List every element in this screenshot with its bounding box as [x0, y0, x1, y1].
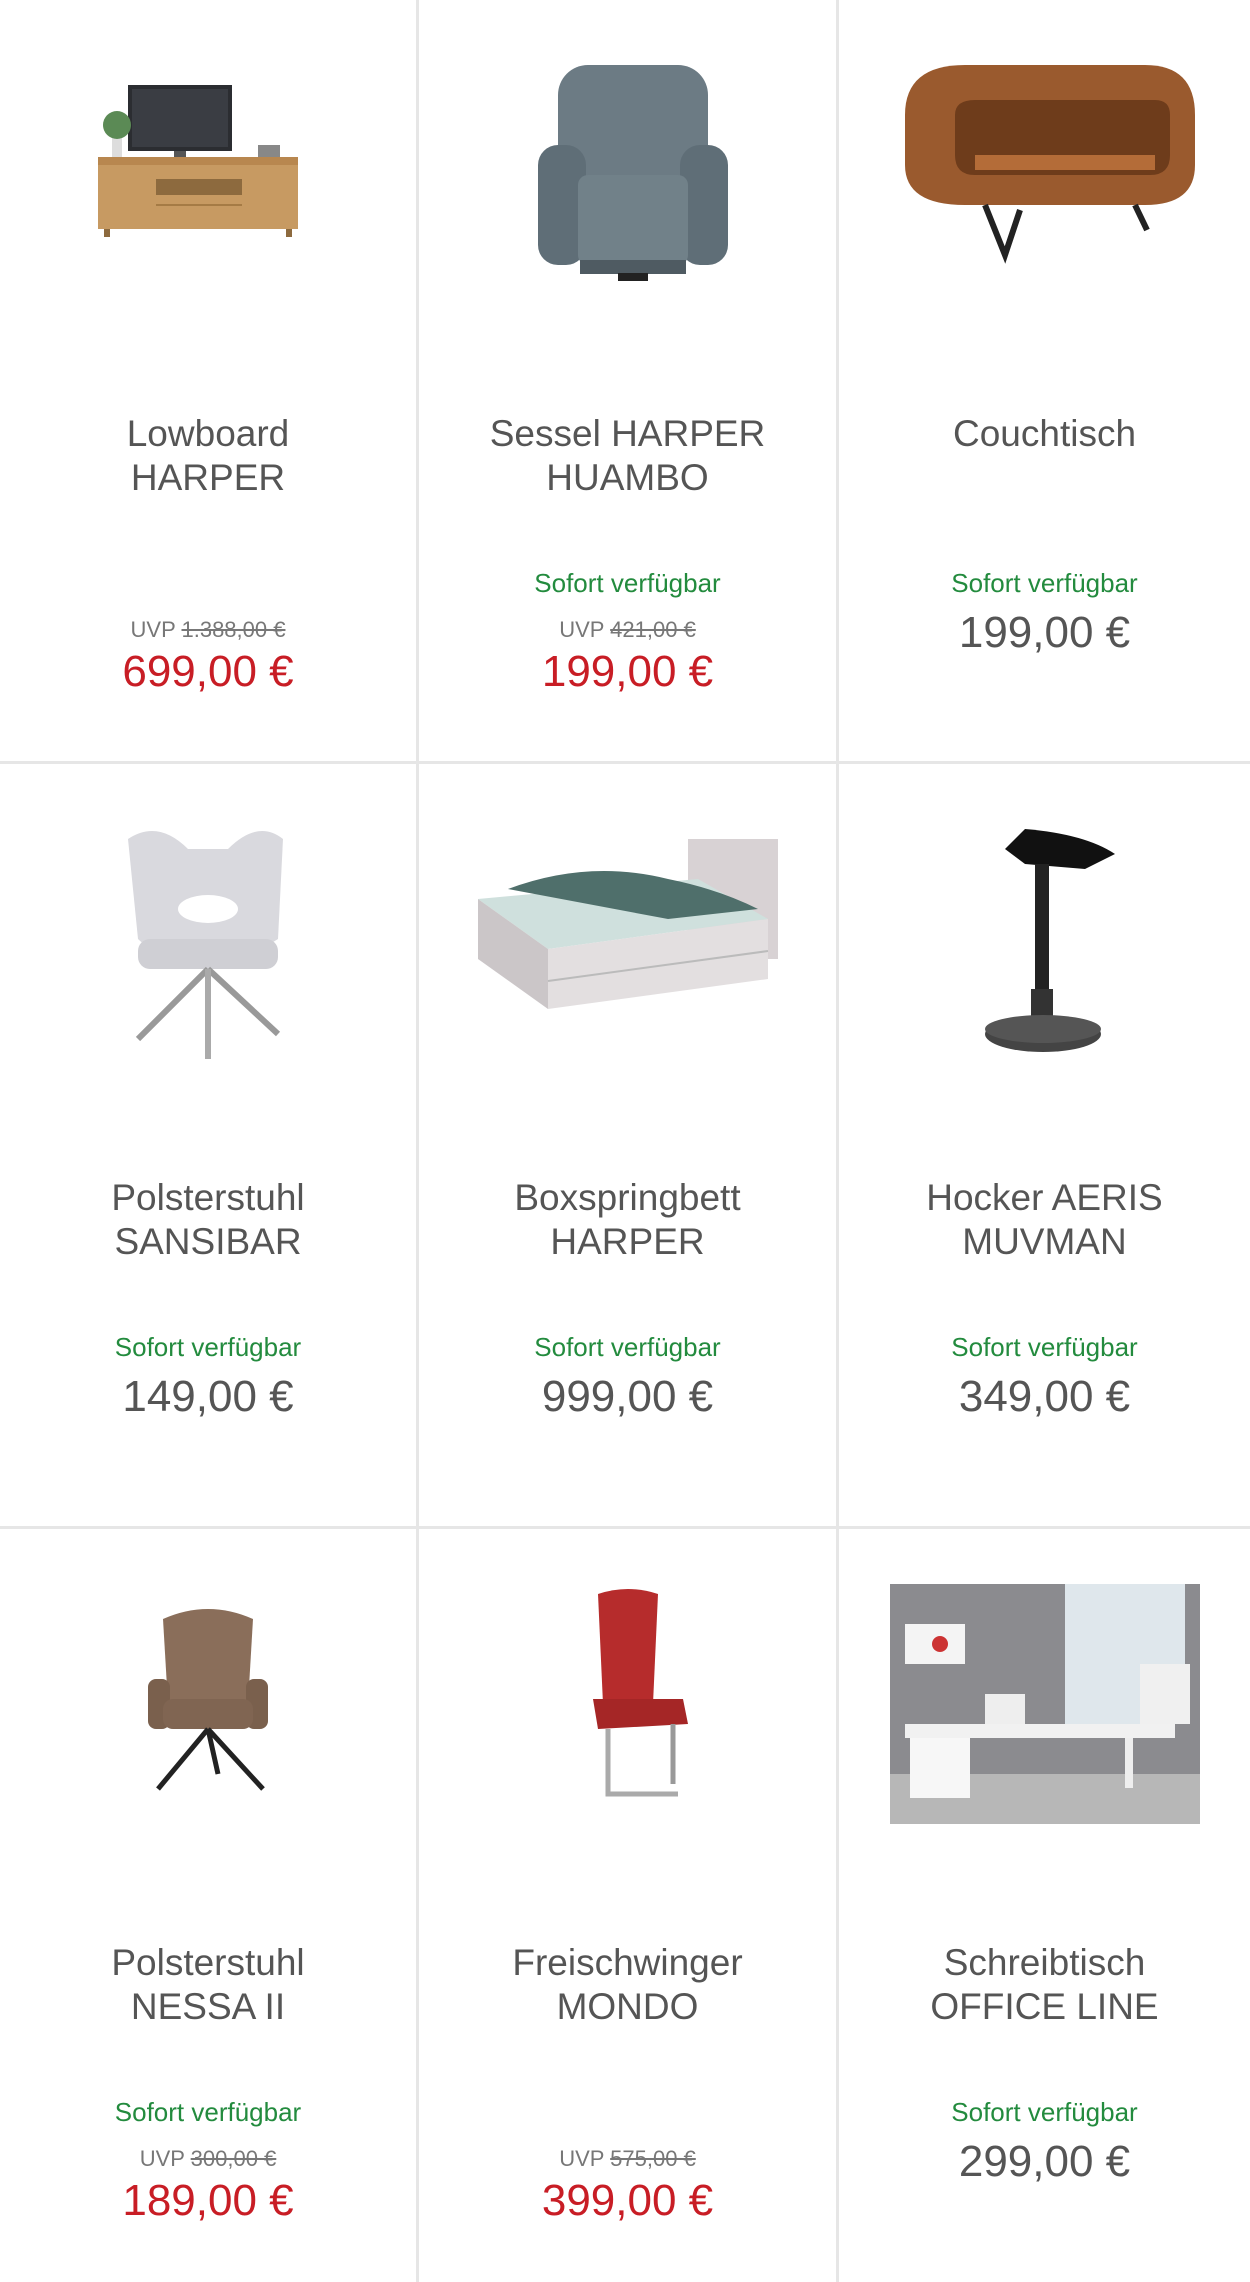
price: 149,00 €: [122, 1372, 294, 1421]
product-title[interactable]: Polsterstuhl NESSA II: [10, 1941, 406, 2029]
product-card-couchtisch[interactable]: Couchtisch Sofort verfügbar 199,00 €: [839, 0, 1250, 764]
product-card-schreibtisch-office-line[interactable]: Schreibtisch OFFICE LINE Sofort verfügbar…: [839, 1529, 1250, 2282]
product-card-hocker-aeris-muvman[interactable]: Hocker AERIS MUVMAN Sofort verfügbar 349,…: [839, 764, 1250, 1529]
sale-price: 399,00 €: [541, 2176, 714, 2225]
recliner-armchair-image[interactable]: [419, 40, 836, 310]
product-card-polsterstuhl-nessa-ii[interactable]: Polsterstuhl NESSA II Sofort verfügbar UV…: [0, 1529, 419, 2282]
availability-label: Sofort verfügbar: [951, 2097, 1138, 2127]
uvp-price: UVP 300,00 €: [139, 2146, 277, 2171]
product-title[interactable]: Schreibtisch OFFICE LINE: [849, 1941, 1240, 2029]
cantilever-chair-image[interactable]: [419, 1569, 836, 1839]
product-title[interactable]: Sessel HARPER HUAMBO: [429, 412, 826, 500]
uvp-price: UVP 575,00 €: [559, 2146, 696, 2171]
sale-price: 699,00 €: [122, 647, 294, 696]
product-card-lowboard-harper[interactable]: Lowboard HARPER UVP 1.388,00 € 699,00 €: [0, 0, 419, 764]
product-card-sessel-harper-huambo[interactable]: Sessel HARPER HUAMBO Sofort verfügbar UVP…: [419, 0, 839, 764]
product-title[interactable]: Hocker AERIS MUVMAN: [849, 1176, 1240, 1264]
sale-price: 199,00 €: [541, 647, 714, 696]
product-card-boxspringbett-harper[interactable]: Boxspringbett HARPER Sofort verfügbar 999…: [419, 764, 839, 1529]
availability-label: Sofort verfügbar: [114, 2097, 302, 2127]
uvp-price: UVP 421,00 €: [559, 617, 696, 642]
price: 299,00 €: [958, 2137, 1131, 2186]
office-desk-image[interactable]: [839, 1569, 1250, 1839]
sale-price: 189,00 €: [122, 2176, 294, 2225]
price: 999,00 €: [541, 1372, 714, 1421]
tv-lowboard-image[interactable]: [0, 40, 416, 310]
product-grid: Lowboard HARPER UVP 1.388,00 € 699,00 € S…: [0, 0, 1250, 2282]
product-card-freischwinger-mondo[interactable]: Freischwinger MONDO UVP 575,00 € 399,00 €: [419, 1529, 839, 2282]
product-title[interactable]: Freischwinger MONDO: [429, 1941, 826, 2029]
availability-label: Sofort verfügbar: [534, 1332, 721, 1362]
price: 199,00 €: [958, 608, 1131, 657]
availability-label: Sofort verfügbar: [951, 1332, 1138, 1362]
boxspring-bed-image[interactable]: [419, 804, 836, 1074]
product-card-polsterstuhl-sansibar[interactable]: Polsterstuhl SANSIBAR Sofort verfügbar 14…: [0, 764, 419, 1529]
product-title[interactable]: Couchtisch: [849, 412, 1240, 456]
swivel-chair-image[interactable]: [0, 1569, 416, 1839]
product-title[interactable]: Polsterstuhl SANSIBAR: [10, 1176, 406, 1264]
wooden-coffee-table-image[interactable]: [839, 40, 1250, 310]
upholstered-chair-image[interactable]: [0, 804, 416, 1074]
product-title[interactable]: Boxspringbett HARPER: [429, 1176, 826, 1264]
availability-label: Sofort verfügbar: [534, 568, 721, 598]
product-title[interactable]: Lowboard HARPER: [10, 412, 406, 500]
standing-stool-image[interactable]: [839, 804, 1250, 1074]
availability-label: Sofort verfügbar: [114, 1332, 302, 1362]
uvp-price: UVP 1.388,00 €: [130, 617, 286, 642]
price: 349,00 €: [958, 1372, 1131, 1421]
availability-label: Sofort verfügbar: [951, 568, 1138, 598]
